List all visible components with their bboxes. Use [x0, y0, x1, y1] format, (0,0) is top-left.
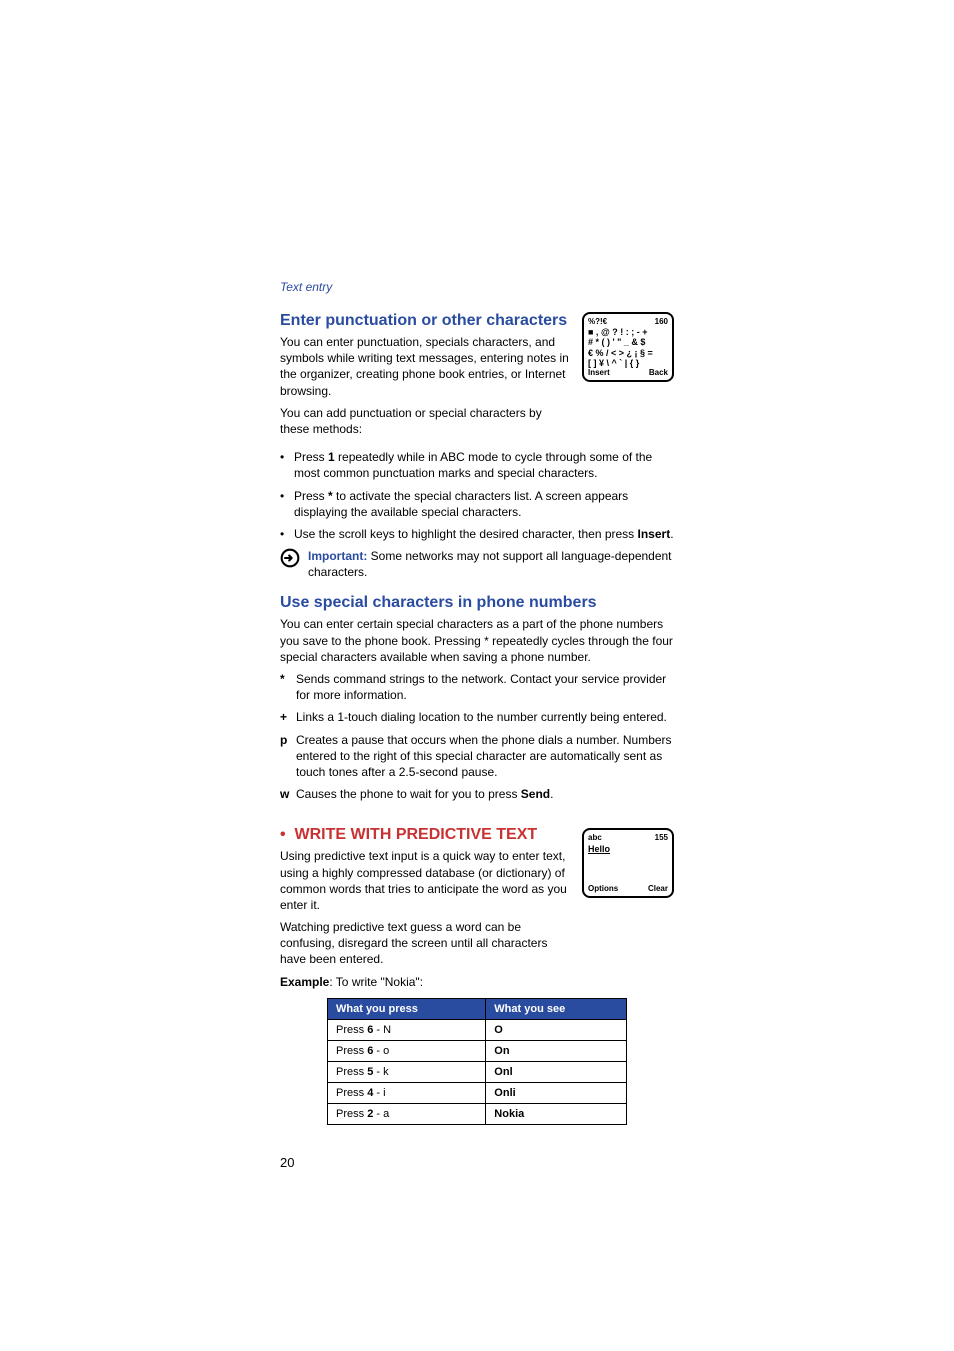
table-header-press: What you press — [328, 998, 486, 1019]
list-item: Use the scroll keys to highlight the des… — [280, 526, 674, 542]
screen1-top-right: 160 — [655, 317, 668, 326]
important-icon — [280, 548, 300, 568]
screen2-softkey-right: Clear — [648, 884, 668, 893]
table-cell-press: Press 5 - k — [328, 1061, 486, 1082]
def-key: p — [280, 732, 296, 781]
screen1-line2: # * ( ) ' " _ & $ — [588, 337, 668, 347]
def-text: Sends command strings to the network. Co… — [296, 671, 674, 703]
heading-enter-punctuation: Enter punctuation or other characters — [280, 312, 572, 330]
table-cell-see: Onl — [486, 1061, 627, 1082]
heading-text: WRITE WITH PREDICTIVE TEXT — [295, 826, 538, 843]
table-cell-see: O — [486, 1019, 627, 1040]
table-header-see: What you see — [486, 998, 627, 1019]
table-cell-press: Press 6 - o — [328, 1040, 486, 1061]
table-row: Press 6 - o On — [328, 1040, 627, 1061]
screen1-line1: ■ , @ ? ! : ; - + — [588, 327, 668, 337]
para-s3-2: Watching predictive text guess a word ca… — [280, 919, 572, 968]
screen2-top-right: 155 — [655, 833, 668, 842]
list-item: Press 1 repeatedly while in ABC mode to … — [280, 449, 674, 481]
bullet-list-s1: Press 1 repeatedly while in ABC mode to … — [280, 449, 674, 542]
screen1-top-left: %?!€ — [588, 317, 607, 326]
def-text: Creates a pause that occurs when the pho… — [296, 732, 674, 781]
def-key: * — [280, 671, 296, 703]
definition-list: * Sends command strings to the network. … — [280, 671, 674, 802]
screen2-top-left: abc — [588, 833, 602, 842]
heading-predictive-text: • WRITE WITH PREDICTIVE TEXT — [280, 826, 572, 844]
phone-screen-symbols: %?!€ 160 ■ , @ ? ! : ; - + # * ( ) ' " _… — [582, 312, 674, 382]
def-row: * Sends command strings to the network. … — [280, 671, 674, 703]
def-row: w Causes the phone to wait for you to pr… — [280, 786, 674, 802]
page-number: 20 — [280, 1155, 674, 1170]
breadcrumb: Text entry — [280, 280, 674, 294]
example-label: Example — [280, 975, 329, 989]
screen1-line3: € % / < > ¿ ¡ § = — [588, 348, 668, 358]
screen1-softkey-left: Insert — [588, 368, 610, 377]
table-cell-press: Press 6 - N — [328, 1019, 486, 1040]
para-s1-1: You can enter punctuation, specials char… — [280, 334, 572, 399]
table-cell-press: Press 4 - i — [328, 1082, 486, 1103]
table-row: Press 5 - k Onl — [328, 1061, 627, 1082]
def-text: Links a 1-touch dialing location to the … — [296, 709, 674, 725]
table-cell-see: On — [486, 1040, 627, 1061]
example-line: Example: To write "Nokia": — [280, 974, 674, 990]
def-key: w — [280, 786, 296, 802]
para-s1-2: You can add punctuation or special chara… — [280, 405, 572, 437]
important-note: Important: Some networks may not support… — [308, 548, 674, 580]
screen2-word: Hello — [588, 844, 610, 854]
example-text: : To write "Nokia": — [329, 975, 423, 989]
table-cell-see: Nokia — [486, 1103, 627, 1124]
def-row: p Creates a pause that occurs when the p… — [280, 732, 674, 781]
screen2-softkey-left: Options — [588, 884, 618, 893]
heading-special-chars-phone: Use special characters in phone numbers — [280, 594, 674, 612]
def-row: + Links a 1-touch dialing location to th… — [280, 709, 674, 725]
heading-bullet: • — [280, 826, 286, 843]
phone-screen-predictive: abc 155 Hello Options Clear — [582, 828, 674, 898]
table-cell-see: Onli — [486, 1082, 627, 1103]
predictive-table: What you press What you see Press 6 - N … — [327, 998, 627, 1125]
def-key: + — [280, 709, 296, 725]
table-row: Press 2 - a Nokia — [328, 1103, 627, 1124]
table-cell-press: Press 2 - a — [328, 1103, 486, 1124]
table-row: Press 6 - N O — [328, 1019, 627, 1040]
def-text: Causes the phone to wait for you to pres… — [296, 786, 674, 802]
screen1-softkey-right: Back — [649, 368, 668, 377]
list-item: Press * to activate the special characte… — [280, 488, 674, 520]
para-s3-1: Using predictive text input is a quick w… — [280, 848, 572, 913]
table-row: Press 4 - i Onli — [328, 1082, 627, 1103]
screen1-line4: [ ] ¥ \ ^ ` | { } — [588, 358, 668, 368]
important-label: Important: — [308, 549, 367, 563]
para-s2-1: You can enter certain special characters… — [280, 616, 674, 665]
